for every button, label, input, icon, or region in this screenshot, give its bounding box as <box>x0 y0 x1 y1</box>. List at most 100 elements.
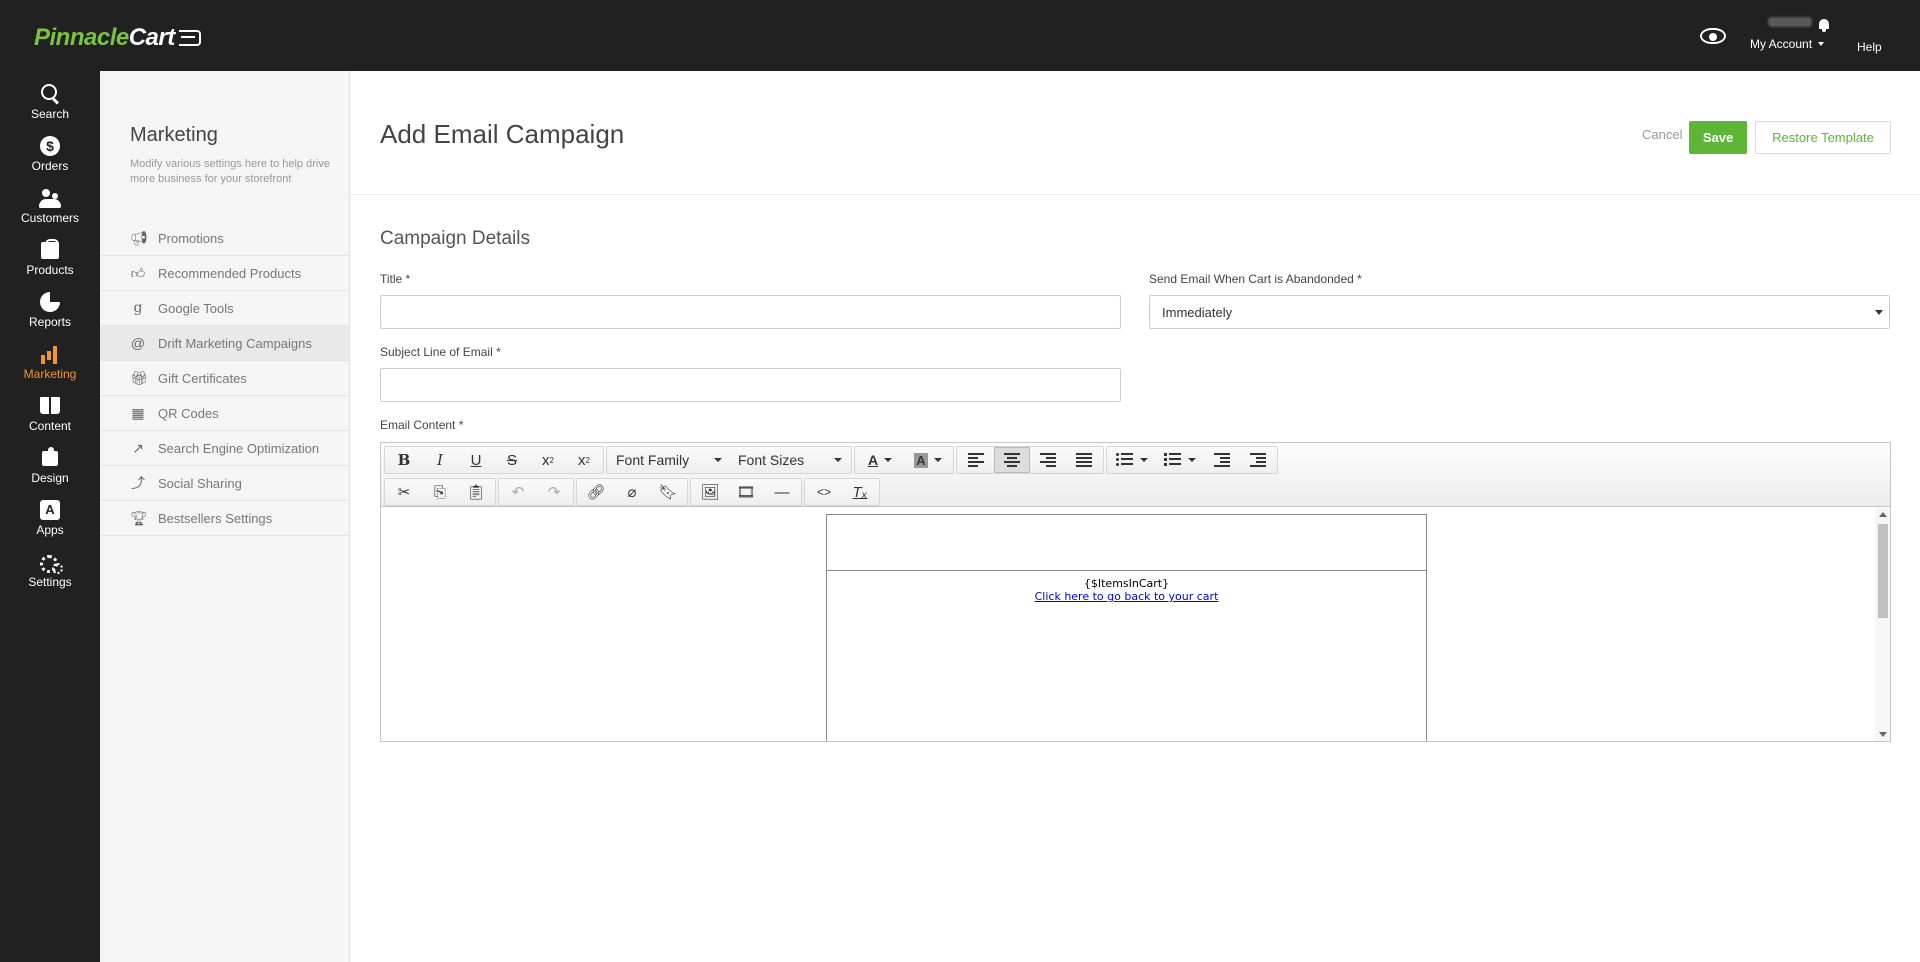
qr-code-icon: ▦ <box>131 405 145 421</box>
clear-formatting-icon: Tₓ <box>852 483 868 501</box>
pinnaclecart-logo[interactable]: PinnacleCart <box>34 24 201 52</box>
editor-content-area[interactable]: {$ItemsInCart} Click here to go back to … <box>381 508 1890 741</box>
nav-label: Search <box>30 107 70 121</box>
help-link[interactable]: Help <box>1857 40 1882 54</box>
color-group: A A <box>854 446 954 474</box>
subnav-title: Marketing <box>130 124 218 146</box>
clear-formatting-button[interactable]: Tₓ <box>842 479 878 505</box>
strikethrough-button[interactable]: S <box>494 447 530 473</box>
remove-link-button[interactable]: ⌀ <box>614 479 650 505</box>
insert-image-button[interactable]: 🖼︎ <box>692 479 728 505</box>
nav-content[interactable]: Content <box>0 395 100 445</box>
font-sizes-dropdown[interactable]: Font Sizes <box>730 447 850 473</box>
cancel-link[interactable]: Cancel <box>1642 127 1682 142</box>
numbered-list-button[interactable] <box>1156 447 1204 473</box>
nav-products[interactable]: Products <box>0 239 100 289</box>
subnav-item-label: Promotions <box>158 230 224 246</box>
scrollbar-thumb[interactable] <box>1878 524 1888 618</box>
list-group <box>1106 446 1278 474</box>
bell-icon[interactable] <box>1818 19 1830 32</box>
bookmark-icon: 🔖︎ <box>658 484 678 501</box>
nav-marketing[interactable]: Marketing <box>0 343 100 393</box>
copy-button[interactable]: ⎘ <box>422 479 458 505</box>
insert-link-button[interactable]: 🔗︎ <box>578 479 614 505</box>
email-template-header <box>827 515 1426 571</box>
subnav-item-google-tools[interactable]: g Google Tools <box>100 291 350 326</box>
nav-customers[interactable]: Customers <box>0 187 100 237</box>
google-icon: g <box>133 300 143 316</box>
code-group: <> Tₓ <box>804 478 880 506</box>
subnav-item-promotions[interactable]: 📢︎ Promotions <box>100 221 350 256</box>
paint-bucket-icon <box>39 447 61 469</box>
subnav-item-bestsellers[interactable]: 🏆︎ Bestsellers Settings <box>100 501 350 536</box>
at-sign-icon: @ <box>130 335 146 351</box>
align-justify-icon <box>1076 453 1092 467</box>
title-label: Title * <box>380 272 411 286</box>
send-when-value: Immediately <box>1162 305 1233 320</box>
my-account-menu[interactable]: My Account <box>1750 37 1825 51</box>
indent-button[interactable] <box>1240 447 1276 473</box>
title-field[interactable] <box>380 295 1121 329</box>
scroll-down-arrow-icon[interactable] <box>1879 732 1887 737</box>
nav-search[interactable]: Search <box>0 83 100 133</box>
background-color-button[interactable]: A <box>904 447 952 473</box>
subnav-item-qr-codes[interactable]: ▦ QR Codes <box>100 396 350 431</box>
insert-media-button[interactable]: 🎞︎ <box>728 479 764 505</box>
align-left-button[interactable] <box>958 447 994 473</box>
thumbs-up-icon: 👍︎ <box>130 265 146 281</box>
editor-scrollbar[interactable] <box>1875 508 1890 741</box>
chevron-down-icon <box>1140 458 1148 462</box>
redo-icon: ↷ <box>547 484 561 501</box>
nav-label: Apps <box>36 523 64 537</box>
email-template-body: {$ItemsInCart} Click here to go back to … <box>827 577 1426 603</box>
link-icon: 🔗︎ <box>586 484 606 501</box>
paste-icon: 📋︎ <box>466 484 486 501</box>
image-icon: 🖼︎ <box>700 484 720 501</box>
nav-settings[interactable]: Settings <box>0 551 100 601</box>
anchor-button[interactable]: 🔖︎ <box>650 479 686 505</box>
restore-template-button[interactable]: Restore Template <box>1755 121 1891 154</box>
nav-design[interactable]: Design <box>0 447 100 497</box>
bold-button[interactable]: B <box>386 447 422 473</box>
cut-button[interactable]: ✂ <box>386 479 422 505</box>
nav-reports[interactable]: Reports <box>0 291 100 341</box>
font-family-dropdown[interactable]: Font Family <box>608 447 730 473</box>
horizontal-rule-button[interactable]: — <box>764 479 800 505</box>
nav-label: Customers <box>20 211 79 225</box>
page-header: Add Email Campaign Cancel Save Restore T… <box>351 71 1920 195</box>
align-right-button[interactable] <box>1030 447 1066 473</box>
align-center-button[interactable] <box>994 447 1030 473</box>
send-when-select[interactable]: Immediately <box>1149 295 1890 329</box>
subnav-item-gift-certificates[interactable]: 🎁︎ Gift Certificates <box>100 361 350 396</box>
account-name-blurred <box>1768 17 1812 27</box>
trophy-icon: 🏆︎ <box>130 510 148 526</box>
view-storefront-icon[interactable] <box>1700 28 1726 44</box>
bar-chart-icon <box>39 343 61 365</box>
subnav-description: Modify various settings here to help dri… <box>130 158 330 185</box>
back-to-cart-link[interactable]: Click here to go back to your cart <box>827 590 1426 603</box>
italic-button[interactable]: I <box>422 447 458 473</box>
redo-button[interactable]: ↷ <box>536 479 572 505</box>
history-group: ↶ ↷ <box>498 478 574 506</box>
subnav-item-drift-marketing[interactable]: @ Drift Marketing Campaigns <box>100 326 350 361</box>
nav-apps[interactable]: Apps <box>0 499 100 549</box>
subnav-item-social-sharing[interactable]: ⤴ Social Sharing <box>100 466 350 501</box>
outdent-button[interactable] <box>1204 447 1240 473</box>
scroll-up-arrow-icon[interactable] <box>1879 512 1887 517</box>
subnav-item-seo[interactable]: ↗ Search Engine Optimization <box>100 431 350 466</box>
subject-field[interactable] <box>380 368 1121 402</box>
paste-button[interactable]: 📋︎ <box>458 479 494 505</box>
subscript-button[interactable]: x2 <box>566 447 602 473</box>
source-code-button[interactable]: <> <box>806 479 842 505</box>
nav-orders[interactable]: Orders <box>0 135 100 185</box>
text-color-button[interactable]: A <box>856 447 904 473</box>
align-justify-button[interactable] <box>1066 447 1102 473</box>
page-title: Add Email Campaign <box>380 119 625 149</box>
undo-button[interactable]: ↶ <box>500 479 536 505</box>
save-button[interactable]: Save <box>1689 121 1747 154</box>
subnav-item-recommended-products[interactable]: 👍︎ Recommended Products <box>100 256 350 291</box>
underline-button[interactable]: U <box>458 447 494 473</box>
cart-logo-icon <box>178 30 201 46</box>
superscript-button[interactable]: x2 <box>530 447 566 473</box>
bullet-list-button[interactable] <box>1108 447 1156 473</box>
